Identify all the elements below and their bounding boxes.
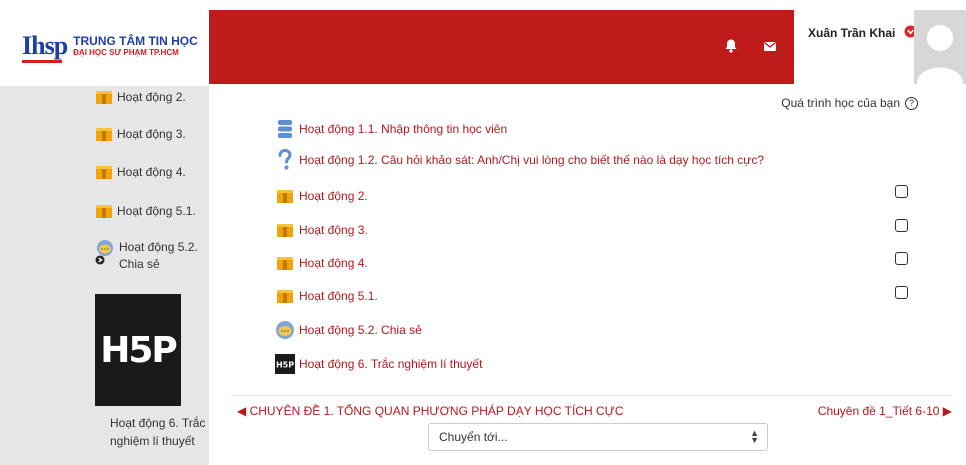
question-icon — [275, 149, 295, 170]
activity-link-5-2[interactable]: Hoạt động 5.2. Chia sẻ — [275, 320, 422, 340]
activity-label: Hoạt động 1.2. Câu hỏi khảo sát: Anh/Chị… — [299, 153, 764, 167]
jump-to-select[interactable]: Chuyển tới... ▲ ▼ — [428, 423, 768, 451]
activity-label: Hoạt động 5.2. Chia sẻ — [299, 323, 422, 337]
logo-mark: Ihsp — [22, 33, 68, 63]
completion-checkbox[interactable] — [895, 252, 908, 265]
prev-section-link[interactable]: ◀ CHUYÊN ĐỀ 1. TỔNG QUAN PHƯƠNG PHÁP DẠY… — [237, 404, 624, 418]
activity-link-6[interactable]: H5P Hoạt động 6. Trắc nghiệm lí thuyết — [275, 354, 482, 374]
sidebar-item-activity-3[interactable]: Hoạt động 3. — [95, 126, 186, 145]
sidebar-item-label: Hoạt động 5.1. — [117, 204, 196, 218]
next-section-link[interactable]: Chuyên đề 1_Tiết 6-10 ▶ — [818, 404, 952, 418]
activity-link-4[interactable]: Hoạt động 4. — [275, 253, 368, 273]
package-icon — [95, 89, 113, 108]
package-icon — [275, 286, 295, 306]
bell-icon[interactable] — [723, 38, 739, 54]
logo-text: TRUNG TÂM TIN HỌC ĐẠI HỌC SƯ PHẠM TP.HCM — [73, 33, 198, 58]
avatar[interactable] — [914, 10, 966, 84]
sidebar-item-label: Hoạt động 2. — [117, 90, 186, 104]
sidebar-item-activity-5-2[interactable]: Hoạt động 5.2. Chia sẻ — [95, 239, 198, 273]
svg-text:H5P: H5P — [276, 361, 294, 370]
activity-link-5-1[interactable]: Hoạt động 5.1. — [275, 286, 378, 306]
sidebar-label-line1: Hoạt động 5.2. — [119, 240, 198, 254]
sidebar-item-activity-6[interactable]: Hoạt động 6. Trắc nghiệm lí thuyết — [110, 414, 210, 450]
completion-checkbox[interactable] — [895, 185, 908, 198]
sidebar-label-line1: Hoạt động 6. Trắc — [110, 416, 206, 430]
chat-icon — [95, 239, 115, 270]
divider — [231, 395, 951, 396]
activity-label: Hoạt động 3. — [299, 223, 368, 237]
progress-label: Quá trình học của bạn — [781, 96, 900, 110]
activity-label: Hoạt động 4. — [299, 256, 368, 270]
main-content: Quá trình học của bạn ? Hoạt động 1.1. N… — [209, 86, 966, 465]
sidebar-item-activity-5-1[interactable]: Hoạt động 5.1. — [95, 203, 196, 222]
course-progress: Quá trình học của bạn ? — [781, 96, 918, 110]
sidebar-label-line2: nghiệm lí thuyết — [110, 434, 195, 448]
message-icon[interactable] — [762, 38, 778, 54]
logo-line2: ĐẠI HỌC SƯ PHẠM TP.HCM — [73, 48, 179, 58]
select-arrows-icon: ▲ ▼ — [750, 428, 759, 445]
chat-icon — [275, 320, 295, 340]
package-icon — [95, 126, 113, 145]
course-index-sidebar: Hoạt động 2. Hoạt động 3. Hoạt động 4. H… — [0, 86, 209, 465]
package-icon — [95, 203, 113, 222]
username[interactable]: Xuân Trần Khai — [808, 26, 895, 40]
activity-link-3[interactable]: Hoạt động 3. — [275, 220, 368, 240]
sidebar-label-line2: Chia sẻ — [119, 257, 160, 271]
sidebar-item-activity-2[interactable]: Hoạt động 2. — [95, 89, 186, 108]
package-icon — [95, 164, 113, 183]
h5p-logo[interactable]: H5P — [95, 294, 181, 406]
completion-checkbox[interactable] — [895, 219, 908, 232]
top-navbar — [209, 10, 794, 84]
database-icon — [275, 119, 295, 139]
activity-link-1-1[interactable]: Hoạt động 1.1. Nhập thông tin học viên — [275, 119, 507, 139]
help-icon[interactable]: ? — [905, 96, 918, 110]
package-icon — [275, 186, 295, 206]
h5p-icon: H5P — [275, 354, 295, 374]
sidebar-item-activity-4[interactable]: Hoạt động 4. — [95, 164, 186, 183]
site-logo[interactable]: Ihsp TRUNG TÂM TIN HỌC ĐẠI HỌC SƯ PHẠM T… — [10, 10, 206, 82]
activity-link-2[interactable]: Hoạt động 2. — [275, 186, 368, 206]
sidebar-item-label: Hoạt động 3. — [117, 127, 186, 141]
package-icon — [275, 253, 295, 273]
activity-label: Hoạt động 6. Trắc nghiệm lí thuyết — [299, 357, 483, 371]
activity-link-1-2[interactable]: Hoạt động 1.2. Câu hỏi khảo sát: Anh/Chị… — [275, 149, 764, 170]
header: Ihsp TRUNG TÂM TIN HỌC ĐẠI HỌC SƯ PHẠM T… — [0, 0, 966, 86]
sidebar-item-label: Hoạt động 5.2. Chia sẻ — [119, 239, 198, 273]
activity-label: Hoạt động 5.1. — [299, 289, 378, 303]
package-icon — [275, 220, 295, 240]
logo-line1: TRUNG TÂM TIN HỌC — [73, 33, 198, 48]
completion-checkbox[interactable] — [895, 286, 908, 299]
user-menu[interactable]: Xuân Trần Khai — [794, 10, 966, 84]
jump-to-value: Chuyển tới... — [439, 430, 508, 444]
activity-label: Hoạt động 1.1. Nhập thông tin học viên — [299, 122, 508, 136]
activity-label: Hoạt động 2. — [299, 189, 368, 203]
sidebar-item-label: Hoạt động 4. — [117, 165, 186, 179]
